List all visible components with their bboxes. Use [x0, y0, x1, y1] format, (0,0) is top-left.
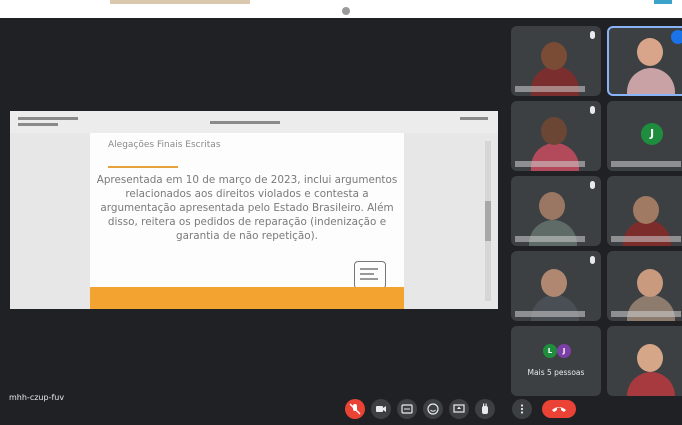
participant-silhouette	[627, 295, 675, 321]
camera-dot-icon	[342, 7, 350, 15]
meeting-code: mhh-czup-fuv	[9, 393, 65, 402]
captions-icon	[401, 404, 413, 414]
slide-body-text: Apresentada em 10 de março de 2023, incl…	[96, 174, 398, 242]
top-decoration	[110, 0, 250, 4]
participant-silhouette	[531, 295, 579, 321]
presentation-scroll-thumb[interactable]	[485, 201, 491, 241]
browser-top-strip	[0, 0, 682, 18]
camera-button[interactable]	[371, 399, 391, 419]
mic-icon	[590, 256, 595, 264]
shared-presentation[interactable]: Alegações Finais Escritas Apresentada em…	[10, 111, 498, 309]
participant-tile-8[interactable]	[607, 251, 682, 321]
participant-tile-7[interactable]	[511, 251, 601, 321]
participant-name-blurred	[515, 86, 585, 92]
avatar-j-initial: J	[641, 123, 663, 145]
speaking-indicator-icon	[671, 30, 682, 44]
participant-tile-1[interactable]	[511, 26, 601, 96]
participant-face	[633, 196, 659, 224]
presentation-toolbar	[10, 111, 498, 133]
avatar-l: L	[543, 344, 557, 358]
more-participants-tile[interactable]: L J Mais 5 pessoas	[511, 326, 601, 396]
mic-icon	[590, 181, 595, 189]
present-icon	[453, 404, 465, 413]
slide-heading-underline	[108, 166, 178, 168]
participant-name-blurred	[611, 311, 681, 317]
participant-name-blurred	[515, 236, 585, 242]
participant-name-blurred	[611, 161, 681, 167]
more-options-button[interactable]	[512, 399, 532, 419]
participant-tile-5[interactable]	[511, 176, 601, 246]
participant-tile-3[interactable]	[511, 101, 601, 171]
mic-off-button[interactable]	[345, 399, 365, 419]
icon-line	[360, 278, 378, 280]
mic-icon	[590, 31, 595, 39]
participant-face	[539, 192, 565, 220]
icon-line	[360, 268, 378, 270]
end-call-button[interactable]	[542, 400, 576, 418]
captions-button[interactable]	[397, 399, 417, 419]
participant-tile-6[interactable]	[607, 176, 682, 246]
participant-face	[541, 269, 567, 297]
more-options-icon	[520, 404, 524, 414]
toolbar-menu-line	[18, 123, 58, 126]
top-right-accent	[654, 0, 672, 4]
toolbar-menu-line	[18, 117, 78, 120]
participant-face	[541, 117, 567, 145]
participant-tile-4[interactable]: J	[607, 101, 682, 171]
participant-face	[637, 38, 663, 66]
present-button[interactable]	[449, 399, 469, 419]
slide-heading: Alegações Finais Escritas	[108, 140, 221, 150]
camera-icon	[376, 406, 386, 412]
slide-margin-right	[404, 133, 498, 309]
more-participants-label: Mais 5 pessoas	[527, 368, 585, 377]
participant-face	[637, 269, 663, 297]
participant-silhouette	[529, 220, 577, 246]
raise-hand-button[interactable]	[475, 399, 495, 419]
participant-name-blurred	[515, 311, 585, 317]
mic-off-icon	[349, 403, 361, 415]
document-quote-icon	[354, 261, 386, 289]
emoji-icon	[427, 403, 439, 415]
raise-hand-icon	[482, 403, 488, 414]
toolbar-tools-line	[210, 121, 280, 124]
participant-face	[637, 344, 663, 372]
slide-margin-left	[10, 133, 90, 309]
participant-silhouette	[627, 68, 675, 94]
participant-tile-2[interactable]	[607, 26, 682, 96]
participant-tile-9[interactable]	[607, 326, 682, 396]
slide-footer-bar	[90, 287, 404, 309]
participant-name-blurred	[515, 161, 585, 167]
end-call-icon	[552, 407, 566, 412]
toolbar-right-line	[460, 117, 488, 120]
participant-face	[541, 42, 567, 70]
slide-page: Alegações Finais Escritas Apresentada em…	[90, 133, 404, 309]
avatar-j: J	[557, 344, 571, 358]
participant-name-blurred	[611, 236, 681, 242]
icon-line	[360, 273, 374, 275]
mic-icon	[590, 106, 595, 114]
participant-silhouette	[627, 372, 675, 396]
emoji-button[interactable]	[423, 399, 443, 419]
